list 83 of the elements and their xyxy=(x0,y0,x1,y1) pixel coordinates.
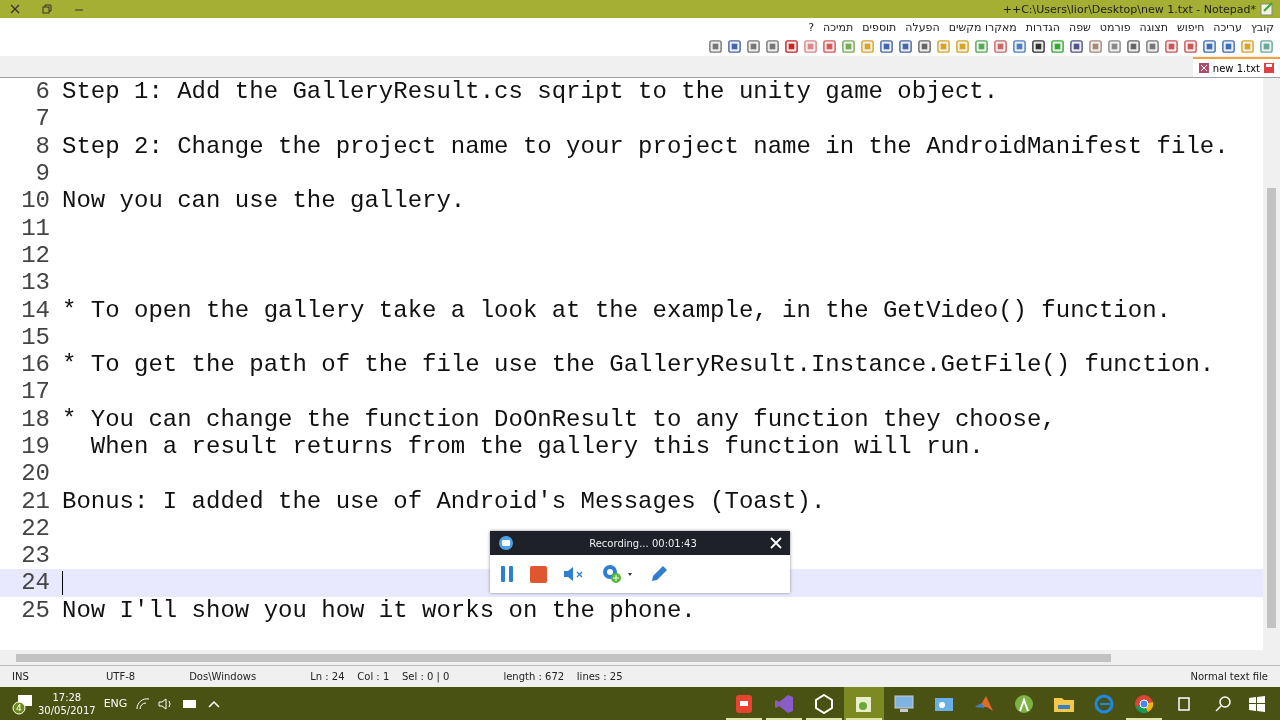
horizontal-scrollbar[interactable] xyxy=(0,650,1280,665)
line-number: 14 xyxy=(20,296,50,324)
close-tab-icon[interactable] xyxy=(1198,63,1209,73)
code-text: When a result returns from the gallery this function will run. xyxy=(89,433,984,460)
toolbar-icon[interactable] xyxy=(1069,39,1084,54)
recording-status: Recording... 00:01:43 xyxy=(589,537,697,549)
line-endings: Dos\Windows xyxy=(188,671,258,682)
line-number: 9 xyxy=(34,160,50,188)
insert-mode: INS xyxy=(11,671,30,682)
code-text: Bonus: I added the use of Android's Messages (Toast). xyxy=(62,487,826,515)
menu-item[interactable]: מאקרו מקשים xyxy=(948,21,1017,34)
line-number: 23 xyxy=(20,542,50,570)
wifi-icon[interactable] xyxy=(135,696,152,711)
menu-item[interactable]: פורמט xyxy=(1099,21,1131,34)
cursor-position: Ln : 24 Col : 1 Sel : 0 | 0 xyxy=(309,671,451,682)
cube-app-icon[interactable] xyxy=(814,693,834,714)
encoding: UTF-8 xyxy=(105,671,137,682)
toolbar-icon[interactable] xyxy=(1031,39,1046,54)
memo-app-icon[interactable] xyxy=(735,693,753,714)
line-number: 19 xyxy=(20,433,50,460)
code-text: Now I'll show you how it works on the phone. xyxy=(62,596,696,624)
file-tab[interactable]: new 1.txt xyxy=(1192,57,1280,77)
line-number: 16 xyxy=(20,351,50,379)
code-text: * You can change the function DoOnResult to any function they choose, xyxy=(62,405,1056,433)
stop-icon[interactable] xyxy=(530,565,547,583)
toolbar-icon[interactable] xyxy=(898,39,913,54)
line-number: 22 xyxy=(20,514,50,542)
line-number: 20 xyxy=(20,460,50,488)
menu-item[interactable]: תצוגה xyxy=(1139,21,1168,34)
menu-item[interactable]: שפה xyxy=(1069,21,1091,34)
line-number: 8 xyxy=(34,132,50,160)
menu-item[interactable]: עריכה xyxy=(1213,21,1242,34)
clock[interactable]: 17:28 30/05/2017 xyxy=(38,690,96,717)
toolbar-icon[interactable] xyxy=(879,39,894,54)
language-indicator[interactable]: ENG xyxy=(103,697,128,710)
line-number: 25 xyxy=(20,596,50,624)
notification-icon[interactable] xyxy=(12,692,34,715)
chrome-app-icon[interactable] xyxy=(1134,693,1154,714)
menu-item[interactable]: חיפוש xyxy=(1177,21,1205,34)
line-number: 13 xyxy=(20,269,50,297)
line-number: 15 xyxy=(20,323,50,351)
toolbar-icon[interactable] xyxy=(917,39,932,54)
notepad-icon xyxy=(1260,2,1274,16)
search-icon[interactable] xyxy=(1214,694,1232,713)
file-type: Normal text file xyxy=(1189,671,1269,682)
toolbar-icon[interactable] xyxy=(1126,39,1141,54)
line-number: 7 xyxy=(34,105,50,133)
toolbar-icon[interactable] xyxy=(784,39,799,54)
vertical-scrollbar[interactable] xyxy=(1263,78,1280,650)
toolbar-icon[interactable] xyxy=(727,39,742,54)
notification-count: 4 xyxy=(16,702,23,713)
code-text: * To get the path of the file use the GalleryResult.Instance.GetFile() function. xyxy=(62,351,1215,379)
camera-icon xyxy=(498,535,516,551)
menu-item[interactable]: הפעלה xyxy=(905,21,940,34)
monitor-app-icon[interactable] xyxy=(893,693,915,714)
android-app-icon[interactable] xyxy=(1014,693,1034,714)
restore-icon[interactable] xyxy=(42,4,52,14)
code-text: Step 1: Add the GalleryResult.cs sqript to the unity game object. xyxy=(62,78,999,106)
windows-icon[interactable] xyxy=(1248,694,1266,713)
line-number: 6 xyxy=(34,78,50,106)
menu-item[interactable]: קובץ xyxy=(1250,21,1274,34)
menu-item[interactable]: הגדרות xyxy=(1025,21,1060,34)
muted-speaker-icon[interactable] xyxy=(563,566,585,582)
line-number: 11 xyxy=(20,214,50,242)
line-number: 21 xyxy=(20,487,50,515)
browser-app-icon[interactable] xyxy=(1094,693,1114,714)
code-text: * To open the gallery take a look at the example, in the GetVideo() function. xyxy=(62,296,1171,324)
code-text: Now you can use the gallery. xyxy=(62,187,466,215)
line-number: 12 xyxy=(20,241,50,269)
menu-item[interactable]: ? xyxy=(808,21,815,34)
window-title: ++C:\Users\lior\Desktop\new 1.txt - Notepad* xyxy=(1002,2,1256,16)
menu-item[interactable]: תוספים xyxy=(862,21,897,34)
menu-item[interactable]: תמיכה xyxy=(823,21,854,34)
line-number: 24 xyxy=(20,569,50,597)
code-text: Step 2: Change the project name to your project name in the AndroidManifest file. xyxy=(62,132,1229,160)
line-number: 17 xyxy=(20,378,50,406)
pause-icon[interactable] xyxy=(500,566,514,582)
text-caret xyxy=(62,571,63,595)
pencil-icon[interactable] xyxy=(649,564,669,584)
webcam-add-icon[interactable] xyxy=(601,564,633,584)
document-size: length : 672 lines : 25 xyxy=(502,671,624,682)
line-number: 10 xyxy=(20,187,50,215)
line-number: 18 xyxy=(20,405,50,433)
